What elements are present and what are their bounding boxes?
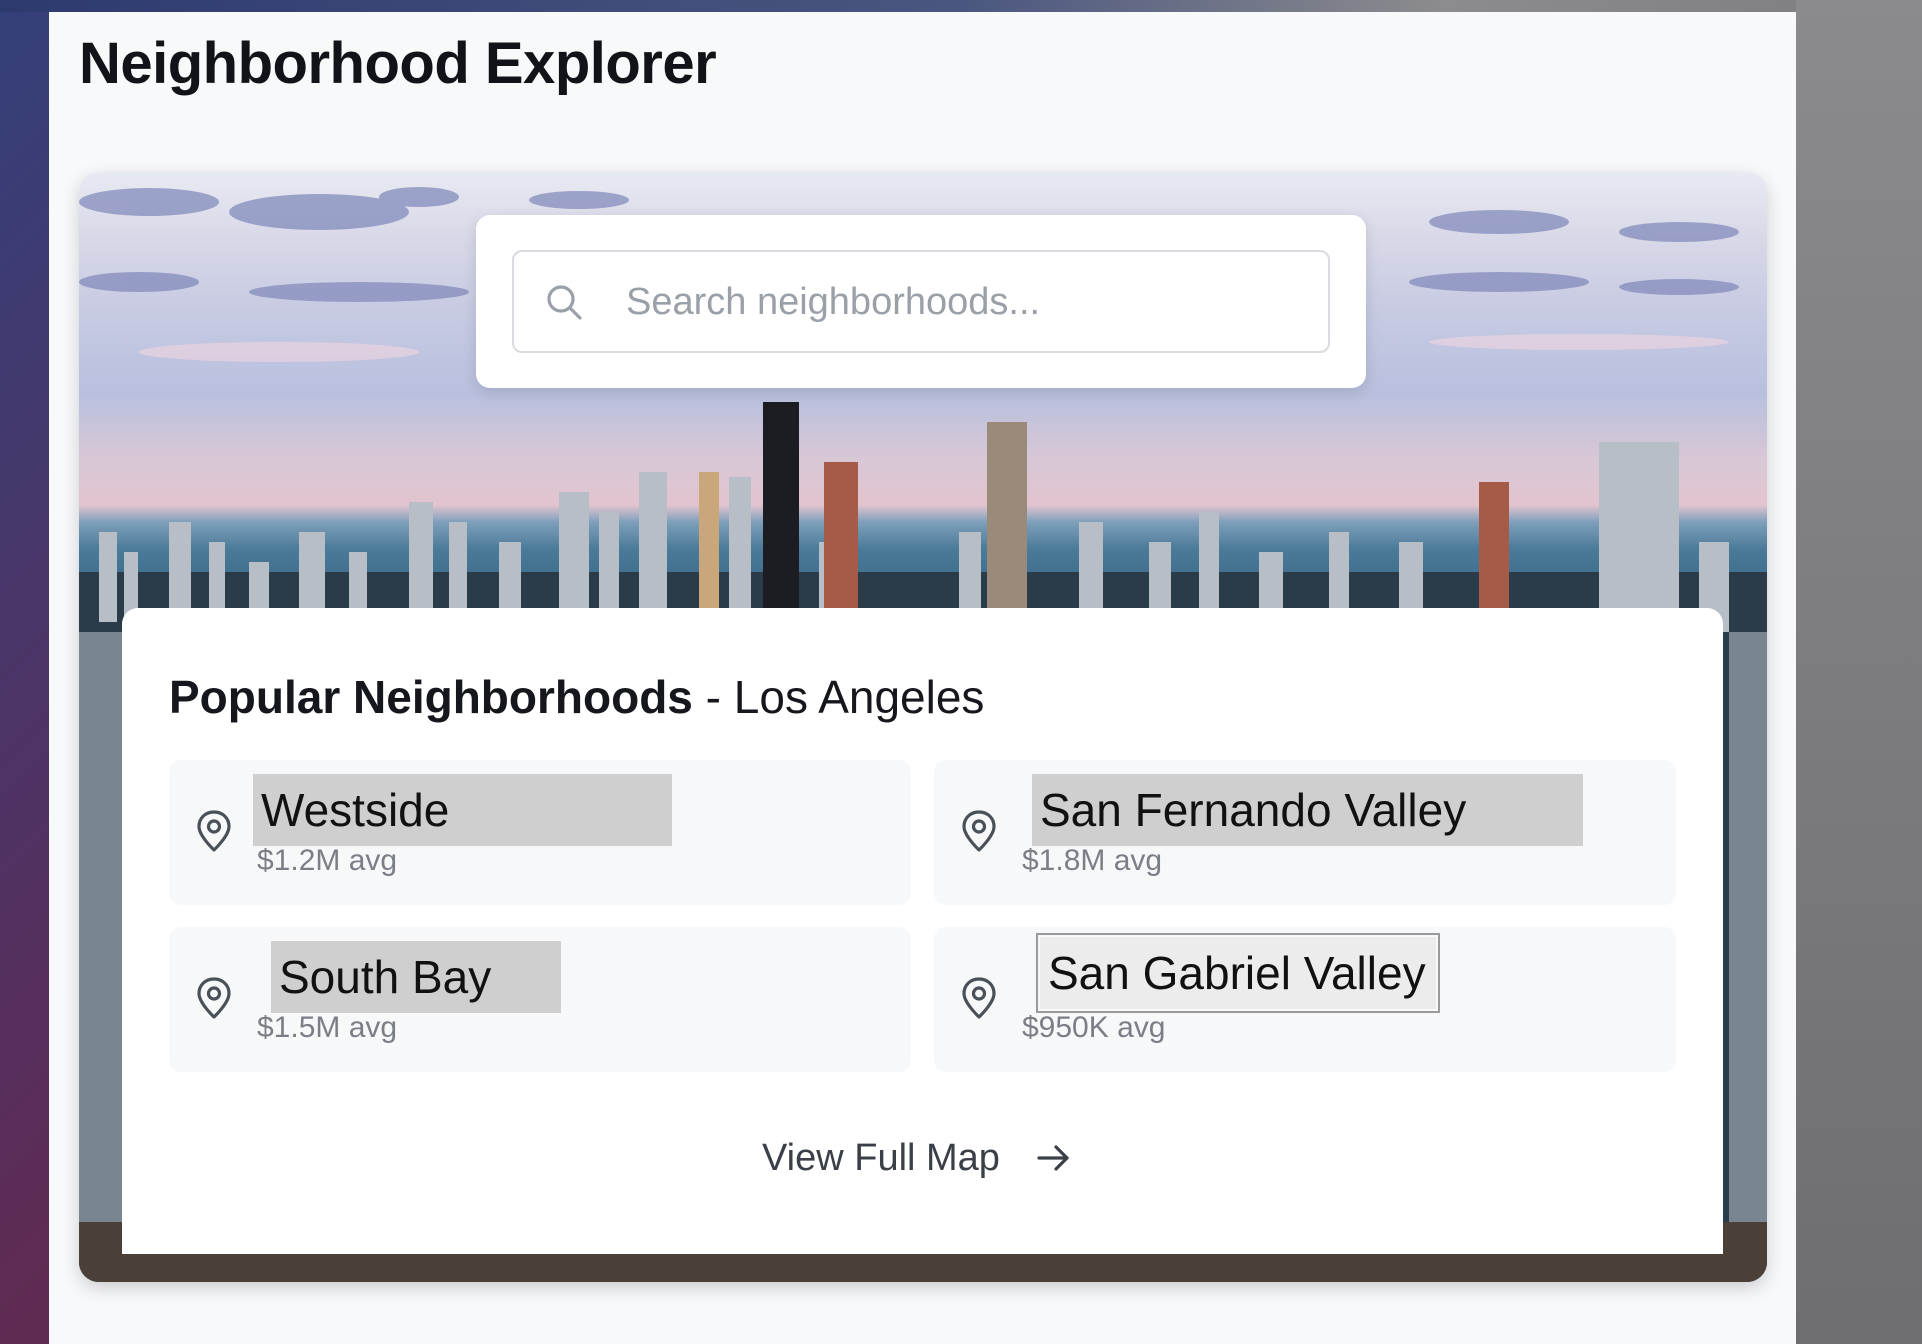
search-input[interactable] bbox=[624, 252, 1318, 353]
popular-neighborhoods-heading: Popular Neighborhoods - Los Angeles bbox=[169, 670, 984, 724]
popular-neighborhoods-card: Popular Neighborhoods - Los Angeles West… bbox=[122, 608, 1723, 1254]
map-pin-icon bbox=[197, 977, 231, 1019]
map-pin-icon bbox=[197, 810, 231, 852]
neighborhood-card-san-fernando-valley[interactable]: San Fernando Valley $1.8M avg bbox=[934, 760, 1676, 905]
view-full-map-link[interactable]: View Full Map bbox=[762, 1128, 1072, 1188]
neighborhood-price: $1.2M avg bbox=[257, 844, 398, 877]
view-full-map-label: View Full Map bbox=[762, 1136, 1000, 1179]
neighborhood-name: South Bay bbox=[271, 941, 561, 1013]
page-title: Neighborhood Explorer bbox=[79, 31, 717, 96]
neighborhood-card-san-gabriel-valley[interactable]: San Gabriel Valley $950K avg bbox=[934, 927, 1676, 1072]
neighborhood-price: $1.8M avg bbox=[1022, 844, 1163, 877]
neighborhood-name: San Gabriel Valley bbox=[1036, 933, 1440, 1013]
search-box[interactable] bbox=[512, 250, 1330, 353]
neighborhood-price: $950K avg bbox=[1022, 1011, 1166, 1044]
arrow-right-icon bbox=[1037, 1145, 1069, 1171]
search-panel bbox=[476, 215, 1366, 388]
desktop-background-right bbox=[1796, 0, 1922, 1344]
desktop-background-top bbox=[0, 0, 1922, 12]
city-name: Los Angeles bbox=[733, 671, 985, 723]
neighborhood-card-westside[interactable]: Westside $1.2M avg bbox=[169, 760, 911, 905]
heading-separator: - bbox=[692, 671, 734, 723]
hero-banner: Popular Neighborhoods - Los Angeles West… bbox=[79, 172, 1767, 1282]
map-pin-icon bbox=[962, 810, 996, 852]
app-window: Neighborhood Explorer Search neighborhoo… bbox=[49, 12, 1796, 1344]
search-icon bbox=[547, 285, 582, 320]
popular-heading-label: Popular Neighborhoods bbox=[169, 671, 693, 723]
neighborhood-name: San Fernando Valley bbox=[1032, 774, 1583, 846]
neighborhood-price: $1.5M avg bbox=[257, 1011, 398, 1044]
map-pin-icon bbox=[962, 977, 996, 1019]
neighborhood-card-south-bay[interactable]: South Bay $1.5M avg bbox=[169, 927, 911, 1072]
neighborhood-name: Westside bbox=[253, 774, 672, 846]
